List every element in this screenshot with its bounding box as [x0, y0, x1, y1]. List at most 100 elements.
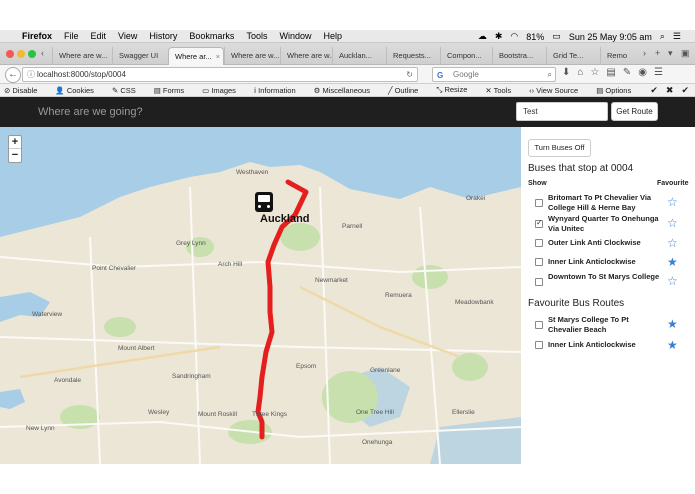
- map-label: Sandringham: [172, 373, 211, 380]
- favourite-star-empty-icon[interactable]: ☆: [667, 237, 678, 249]
- url-bar[interactable]: ⓘ localhost:8000/stop/0004 ↻: [22, 67, 418, 82]
- menu-edit[interactable]: Edit: [91, 31, 107, 41]
- show-checkbox[interactable]: [535, 278, 543, 286]
- map-label: New Lynn: [26, 425, 55, 432]
- tab-scroll-left-icon[interactable]: ‹: [41, 48, 44, 58]
- devbar-outline[interactable]: ╱ Outline: [388, 86, 427, 95]
- spotlight-icon[interactable]: ⌕: [660, 31, 665, 42]
- map[interactable]: + − Auckland Westhaven Parnell Newmarket…: [0, 127, 521, 464]
- menu-app[interactable]: Firefox: [22, 31, 52, 41]
- favourite-star-filled-icon[interactable]: ★: [667, 318, 678, 330]
- battery-percent: 81%: [526, 31, 545, 42]
- devbar-forms[interactable]: ▤ Forms: [154, 86, 193, 95]
- error-x-icon[interactable]: ✖: [666, 85, 674, 96]
- bookmarks-list-icon[interactable]: ▤: [606, 67, 615, 78]
- close-tab-icon[interactable]: ×: [216, 52, 220, 61]
- map-label-city: Auckland: [260, 213, 310, 225]
- reload-icon[interactable]: ↻: [406, 68, 413, 81]
- show-column-header: Show: [528, 180, 547, 187]
- web-developer-toolbar: ⊘ Disable 👤 Cookies ✎ CSS ▤ Forms ▭ Imag…: [0, 84, 695, 97]
- favourite-star-filled-icon[interactable]: ★: [667, 256, 678, 268]
- get-route-button[interactable]: Get Route: [611, 102, 658, 121]
- stop-input[interactable]: Test: [516, 102, 608, 121]
- tab[interactable]: Grid Te...: [546, 47, 600, 65]
- menu-history[interactable]: History: [149, 31, 177, 41]
- show-checkbox[interactable]: [535, 199, 543, 207]
- tab[interactable]: Aucklan...: [332, 47, 386, 65]
- zoom-out-button[interactable]: −: [9, 149, 21, 162]
- search-box[interactable]: G Google ⌕: [432, 67, 556, 82]
- map-label: Parnell: [342, 223, 363, 230]
- favourite-star-empty-icon[interactable]: ☆: [667, 275, 678, 287]
- maximize-window-icon[interactable]: [28, 50, 36, 58]
- google-icon: G: [437, 71, 444, 80]
- map-label: Mount Roskill: [198, 411, 238, 418]
- battery-icon[interactable]: ▭: [552, 31, 561, 42]
- map-label: Grey Lynn: [176, 240, 206, 247]
- zoom-in-button[interactable]: +: [9, 136, 21, 149]
- tab[interactable]: Requests...: [386, 47, 440, 65]
- tab-group-icon[interactable]: ▣: [681, 48, 690, 59]
- ok-check-icon[interactable]: ✔: [681, 85, 689, 96]
- menu-help[interactable]: Help: [323, 31, 342, 41]
- show-checkbox[interactable]: [535, 239, 543, 247]
- devbar-disable[interactable]: ⊘ Disable: [4, 86, 46, 95]
- clock[interactable]: Sun 25 May 9:05 am: [569, 32, 652, 42]
- show-checkbox[interactable]: [535, 321, 543, 329]
- close-window-icon[interactable]: [6, 50, 14, 58]
- bookmark-star-icon[interactable]: ☆: [590, 67, 599, 78]
- bus-stop-icon[interactable]: [255, 192, 273, 212]
- minimize-window-icon[interactable]: [17, 50, 25, 58]
- map-label: Mount Albert: [118, 345, 155, 352]
- menu-view[interactable]: View: [118, 31, 137, 41]
- map-label: One Tree Hill: [356, 409, 394, 416]
- devbar-options[interactable]: ▤ Options: [596, 86, 640, 95]
- wifi-icon[interactable]: ◠: [510, 31, 518, 42]
- menu-window[interactable]: Window: [279, 31, 311, 41]
- menu-file[interactable]: File: [64, 31, 79, 41]
- bluetooth-icon[interactable]: ✱: [495, 31, 503, 42]
- favourite-star-empty-icon[interactable]: ☆: [667, 196, 678, 208]
- tab[interactable]: Where are w...: [280, 47, 332, 65]
- menu-tools[interactable]: Tools: [246, 31, 267, 41]
- devbar-cookies[interactable]: 👤 Cookies: [55, 86, 103, 95]
- addon-icon[interactable]: ◉: [638, 67, 647, 78]
- tab-active[interactable]: Where ar... ×: [168, 47, 224, 65]
- tab[interactable]: Swagger UI: [112, 47, 168, 65]
- show-checkbox[interactable]: [535, 341, 543, 349]
- tab[interactable]: Remo: [600, 47, 640, 65]
- favourites-heading: Favourite Bus Routes: [528, 298, 625, 309]
- turn-buses-off-button[interactable]: Turn Buses Off: [528, 139, 591, 157]
- show-checkbox-checked[interactable]: [535, 218, 543, 228]
- back-icon[interactable]: ←: [5, 67, 21, 83]
- tab[interactable]: Where are w...: [52, 47, 112, 65]
- search-icon[interactable]: ⌕: [548, 68, 552, 81]
- new-tab-icon[interactable]: +: [655, 48, 660, 58]
- home-icon[interactable]: ⌂: [577, 67, 583, 78]
- tab[interactable]: Bootstra...: [492, 47, 546, 65]
- notifications-icon[interactable]: ☰: [673, 31, 681, 42]
- devbar-images[interactable]: ▭ Images: [202, 86, 245, 95]
- devbar-tools[interactable]: ✕ Tools: [485, 86, 520, 95]
- devbar-information[interactable]: ⅰ Information: [254, 86, 305, 95]
- cloud-icon[interactable]: ☁: [478, 31, 487, 42]
- valid-check-icon[interactable]: ✔: [650, 85, 658, 96]
- tab-list-icon[interactable]: ▾: [668, 48, 673, 59]
- favourite-star-filled-icon[interactable]: ★: [667, 339, 678, 351]
- show-checkbox[interactable]: [535, 258, 543, 266]
- devbar-view-source[interactable]: ‹› View Source: [529, 86, 587, 95]
- tab[interactable]: Compon...: [440, 47, 492, 65]
- map-label: Wesley: [148, 409, 170, 416]
- extension-icon[interactable]: ✎: [623, 67, 631, 78]
- map-label: Avondale: [54, 377, 81, 384]
- favourite-star-empty-icon[interactable]: ☆: [667, 217, 678, 229]
- tab-scroll-right-icon[interactable]: ›: [643, 48, 646, 58]
- download-icon[interactable]: ⬇: [562, 67, 570, 78]
- site-info-icon[interactable]: ⓘ: [27, 68, 35, 81]
- devbar-miscellaneous[interactable]: ⚙ Miscellaneous: [314, 86, 379, 95]
- devbar-resize[interactable]: ⤡ Resize: [436, 85, 476, 95]
- menu-icon[interactable]: ☰: [654, 67, 663, 78]
- tab[interactable]: Where are w...: [224, 47, 280, 65]
- menu-bookmarks[interactable]: Bookmarks: [189, 31, 234, 41]
- devbar-css[interactable]: ✎ CSS: [112, 86, 145, 95]
